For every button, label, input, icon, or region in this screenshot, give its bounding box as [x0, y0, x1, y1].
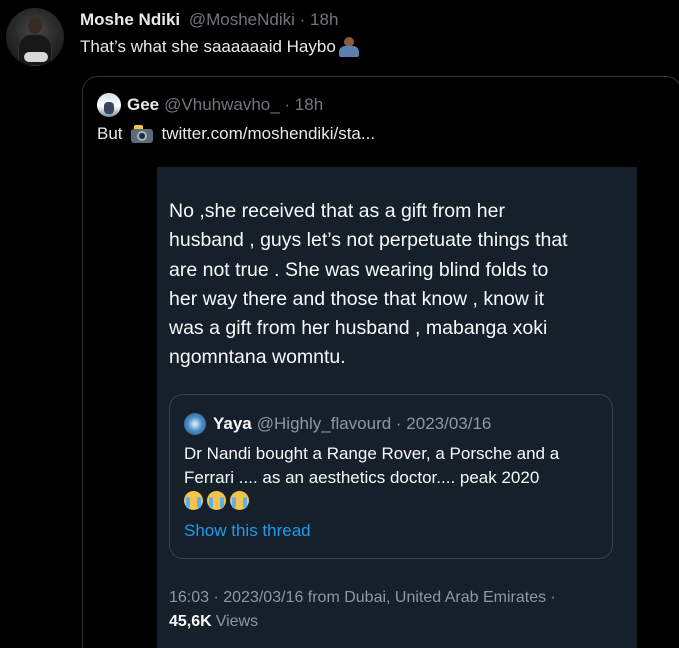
embedded-screenshot-image[interactable]: No ,she received that as a gift from her… [157, 167, 637, 648]
views-count: 45,6K [169, 613, 212, 630]
tweet-text-content: That’s what she saaaaaaid Haybo [80, 37, 336, 56]
loudly-crying-face-icon [207, 491, 226, 510]
avatar[interactable] [6, 8, 64, 66]
inner-quote-emojis [184, 491, 249, 510]
loudly-crying-face-icon [230, 491, 249, 510]
show-thread-link: Show this thread [184, 521, 311, 540]
quoted-tweet-text: But twitter.com/moshendiki/sta... [97, 124, 375, 144]
tweet-text: That’s what she saaaaaaid Haybo [80, 37, 360, 57]
screenshot-tweet-text: No ,she received that as a gift from her… [169, 200, 568, 369]
loudly-crying-face-icon [184, 491, 203, 510]
quoted-author-avatar [97, 93, 121, 117]
quoted-link[interactable]: twitter.com/moshendiki/sta... [162, 124, 376, 144]
inner-quote-avatar [184, 413, 206, 435]
inner-quote-handle-date: @Highly_flavourd · 2023/03/16 [256, 414, 492, 433]
quoted-tweet-header: Gee @Vhuhwavho_ · 18h [97, 93, 323, 117]
views-label: Views [215, 613, 259, 630]
screenshot-timestamp-location: 16:03 · 2023/03/16 from Dubai, United Ar… [169, 589, 556, 606]
quoted-tweet-card[interactable]: Gee @Vhuhwavho_ · 18h But twitter.com/mo… [82, 76, 679, 648]
tweet-header: Moshe Ndiki @MosheNdiki · 18h [80, 10, 338, 30]
author-handle-time[interactable]: @MosheNdiki · 18h [189, 10, 339, 29]
inner-quote-header: Yaya @Highly_flavourd · 2023/03/16 [184, 413, 491, 435]
quoted-author-handle-time: @Vhuhwavho_ · 18h [164, 95, 324, 114]
screenshot-views: 45,6K Views [169, 613, 258, 631]
person-shrugging-icon [338, 37, 360, 57]
inner-quote-author-name: Yaya [213, 414, 252, 433]
quoted-text-prefix: But [97, 124, 123, 143]
camera-flash-icon [130, 125, 153, 143]
author-name[interactable]: Moshe Ndiki [80, 10, 180, 29]
quoted-author-name: Gee [127, 95, 160, 114]
inner-quote-card: Yaya @Highly_flavourd · 2023/03/16 Dr Na… [169, 394, 613, 559]
inner-quote-text: Dr Nandi bought a Range Rover, a Porsche… [184, 444, 560, 487]
avatar-hand-shape [24, 52, 48, 62]
avatar-head-shape [28, 18, 42, 34]
